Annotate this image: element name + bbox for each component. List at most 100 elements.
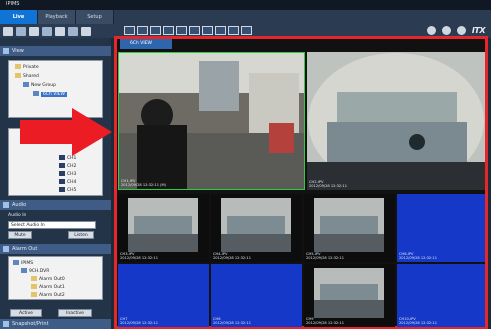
- camera-tile-ch2[interactable]: CH2-IPV 2012/09/28 12:32:11: [307, 52, 485, 190]
- video-grid: 6Ch VIEW CH1-IPV 2012/09/28 12:32:11 (M): [114, 36, 488, 329]
- brand-logo: ITX: [471, 25, 486, 35]
- tree-item-private[interactable]: Private: [15, 64, 39, 70]
- layout-5x5-icon[interactable]: [176, 25, 187, 35]
- layout-1x1-icon[interactable]: [124, 25, 135, 35]
- camera-item-ch4[interactable]: CH4: [59, 179, 76, 185]
- alarm-out-1[interactable]: Alarm Out1: [31, 284, 65, 290]
- camera-label-ch7: CH7 2012/09/28 12:32:11: [120, 316, 158, 325]
- alarm-inactive-button[interactable]: Inactive: [58, 309, 92, 317]
- alarm-icon: [3, 246, 9, 252]
- camera-label-ch9: CH9 2012/09/28 12:32:11: [306, 316, 344, 325]
- camera-tile-ch9[interactable]: CH9 2012/09/28 12:32:11: [304, 264, 395, 327]
- camera-icon: [59, 171, 65, 176]
- tab-setup[interactable]: Setup: [76, 10, 114, 24]
- quick-tools: [0, 24, 112, 38]
- camera-tile-ch10[interactable]: CH10-IPV 2012/09/28 12:32:11: [397, 264, 485, 327]
- camera-icon: [59, 179, 65, 184]
- tree-item-new-group[interactable]: New Group: [23, 82, 56, 88]
- snapshot-panel-title: Snapshot/Print: [12, 321, 49, 327]
- ptz-icon[interactable]: [42, 26, 52, 36]
- info-icon[interactable]: [426, 25, 436, 35]
- camera-label-ch3: CH3-IPV 2012/09/28 12:32:11: [120, 251, 158, 260]
- camera-tile-ch4[interactable]: CH4-IPV 2012/09/28 12:32:11: [211, 194, 302, 262]
- layout-4x4-icon[interactable]: [163, 25, 174, 35]
- view-panel-icon: [3, 48, 9, 54]
- camera-item-ch3[interactable]: CH3: [59, 171, 76, 177]
- layout-3x3-icon[interactable]: [150, 25, 161, 35]
- view-panel-header[interactable]: View: [0, 46, 111, 56]
- camera-item-ch5[interactable]: CH5: [59, 187, 76, 193]
- layout-2x2-icon[interactable]: [137, 25, 148, 35]
- dvr-icon: [21, 268, 27, 273]
- audio-panel-title: Audio: [12, 202, 27, 208]
- monitor-icon[interactable]: [3, 26, 13, 36]
- red-arrow-annotation: [20, 108, 112, 156]
- group-icon: [23, 82, 29, 87]
- alarm-tree: IPIMS 9CH.DVR Alarm Out0 Alarm Out1 Alar…: [8, 256, 103, 300]
- camera-icon: [59, 163, 65, 168]
- speaker-icon: [3, 202, 9, 208]
- audio-in-select[interactable]: Select Audio In: [8, 221, 96, 229]
- view-tab[interactable]: 6Ch VIEW: [120, 39, 172, 49]
- camera-feed-ch2: [307, 52, 485, 190]
- sequence-icon[interactable]: [241, 25, 252, 35]
- layout-toolbar: [124, 24, 252, 36]
- view-icon: [33, 91, 39, 96]
- folder-icon: [15, 64, 21, 69]
- lock-icon[interactable]: [456, 25, 466, 35]
- alarm-output-icon: [31, 276, 37, 281]
- tab-live[interactable]: Live: [0, 10, 38, 24]
- grid-icon[interactable]: [68, 26, 78, 36]
- app-title: IPIMS: [6, 1, 20, 7]
- alarm-out-panel-header[interactable]: Alarm Out: [0, 244, 111, 254]
- server-icon: [13, 260, 19, 265]
- camera-label-ch8: CH8 2012/09/28 12:32:11: [213, 316, 251, 325]
- alarm-tree-root[interactable]: IPIMS: [13, 260, 33, 266]
- alarm-out-2[interactable]: Alarm Out2: [31, 292, 65, 298]
- record-icon[interactable]: [16, 26, 26, 36]
- camera-feed-ch1: [119, 53, 304, 189]
- window-tools: ITX: [426, 24, 486, 36]
- camera-label-ch2: CH2-IPV 2012/09/28 12:32:11: [309, 179, 347, 188]
- camera-tile-ch8[interactable]: CH8 2012/09/28 12:32:11: [211, 264, 302, 327]
- tree-item-shared[interactable]: Shared: [15, 73, 39, 79]
- settings-icon[interactable]: [81, 26, 91, 36]
- main-tabs: Live Playback Setup: [0, 10, 114, 24]
- alarm-tree-dvr[interactable]: 9CH.DVR: [21, 268, 49, 274]
- camera-tile-ch6[interactable]: CH6-IPV 2012/09/28 12:32:11: [397, 194, 485, 262]
- mute-button[interactable]: Mute: [8, 231, 32, 239]
- layout-custom-icon[interactable]: [215, 25, 226, 35]
- alarm-output-icon: [31, 292, 37, 297]
- layout-8x8-icon[interactable]: [202, 25, 213, 35]
- audio-panel-header[interactable]: Audio: [0, 200, 111, 210]
- camera-item-ch2[interactable]: CH2: [59, 163, 76, 169]
- camera-icon: [59, 187, 65, 192]
- camera-tile-ch7[interactable]: CH7 2012/09/28 12:32:11: [118, 264, 209, 327]
- view-panel-title: View: [12, 48, 24, 54]
- camera-label-ch1: CH1-IPV 2012/09/28 12:32:11 (M): [121, 178, 167, 187]
- camera-tile-ch1[interactable]: CH1-IPV 2012/09/28 12:32:11 (M): [118, 52, 305, 190]
- camera-label-ch6: CH6-IPV 2012/09/28 12:32:11: [399, 251, 437, 260]
- title-bar: IPIMS: [0, 0, 491, 10]
- camera-tile-ch3[interactable]: CH3-IPV 2012/09/28 12:32:11: [118, 194, 209, 262]
- camera-label-ch5: CH5-IPV 2012/09/28 12:32:11: [306, 251, 344, 260]
- camera-tile-ch5[interactable]: CH5-IPV 2012/09/28 12:32:11: [304, 194, 395, 262]
- tree-item-6ch-view[interactable]: 6Ch VIEW: [33, 91, 67, 97]
- network-icon[interactable]: [55, 26, 65, 36]
- alarm-output-icon: [31, 284, 37, 289]
- audio-in-label: Audio In: [8, 213, 27, 218]
- folder-icon: [15, 73, 21, 78]
- layout-6x6-icon[interactable]: [189, 25, 200, 35]
- left-panel: View Private Shared New Group 6Ch VIEW C…: [0, 38, 111, 329]
- fullscreen-icon[interactable]: [228, 25, 239, 35]
- snapshot-panel-header[interactable]: Snapshot/Print: [0, 319, 111, 329]
- gear-icon[interactable]: [441, 25, 451, 35]
- camera-snapshot-icon: [3, 321, 9, 327]
- camera-label-ch10: CH10-IPV 2012/09/28 12:32:11: [399, 316, 437, 325]
- tab-playback[interactable]: Playback: [38, 10, 76, 24]
- print-icon[interactable]: [29, 26, 39, 36]
- alarm-out-0[interactable]: Alarm Out0: [31, 276, 65, 282]
- listen-button[interactable]: Listen: [68, 231, 94, 239]
- camera-label-ch4: CH4-IPV 2012/09/28 12:32:11: [213, 251, 251, 260]
- alarm-active-button[interactable]: Active: [10, 309, 42, 317]
